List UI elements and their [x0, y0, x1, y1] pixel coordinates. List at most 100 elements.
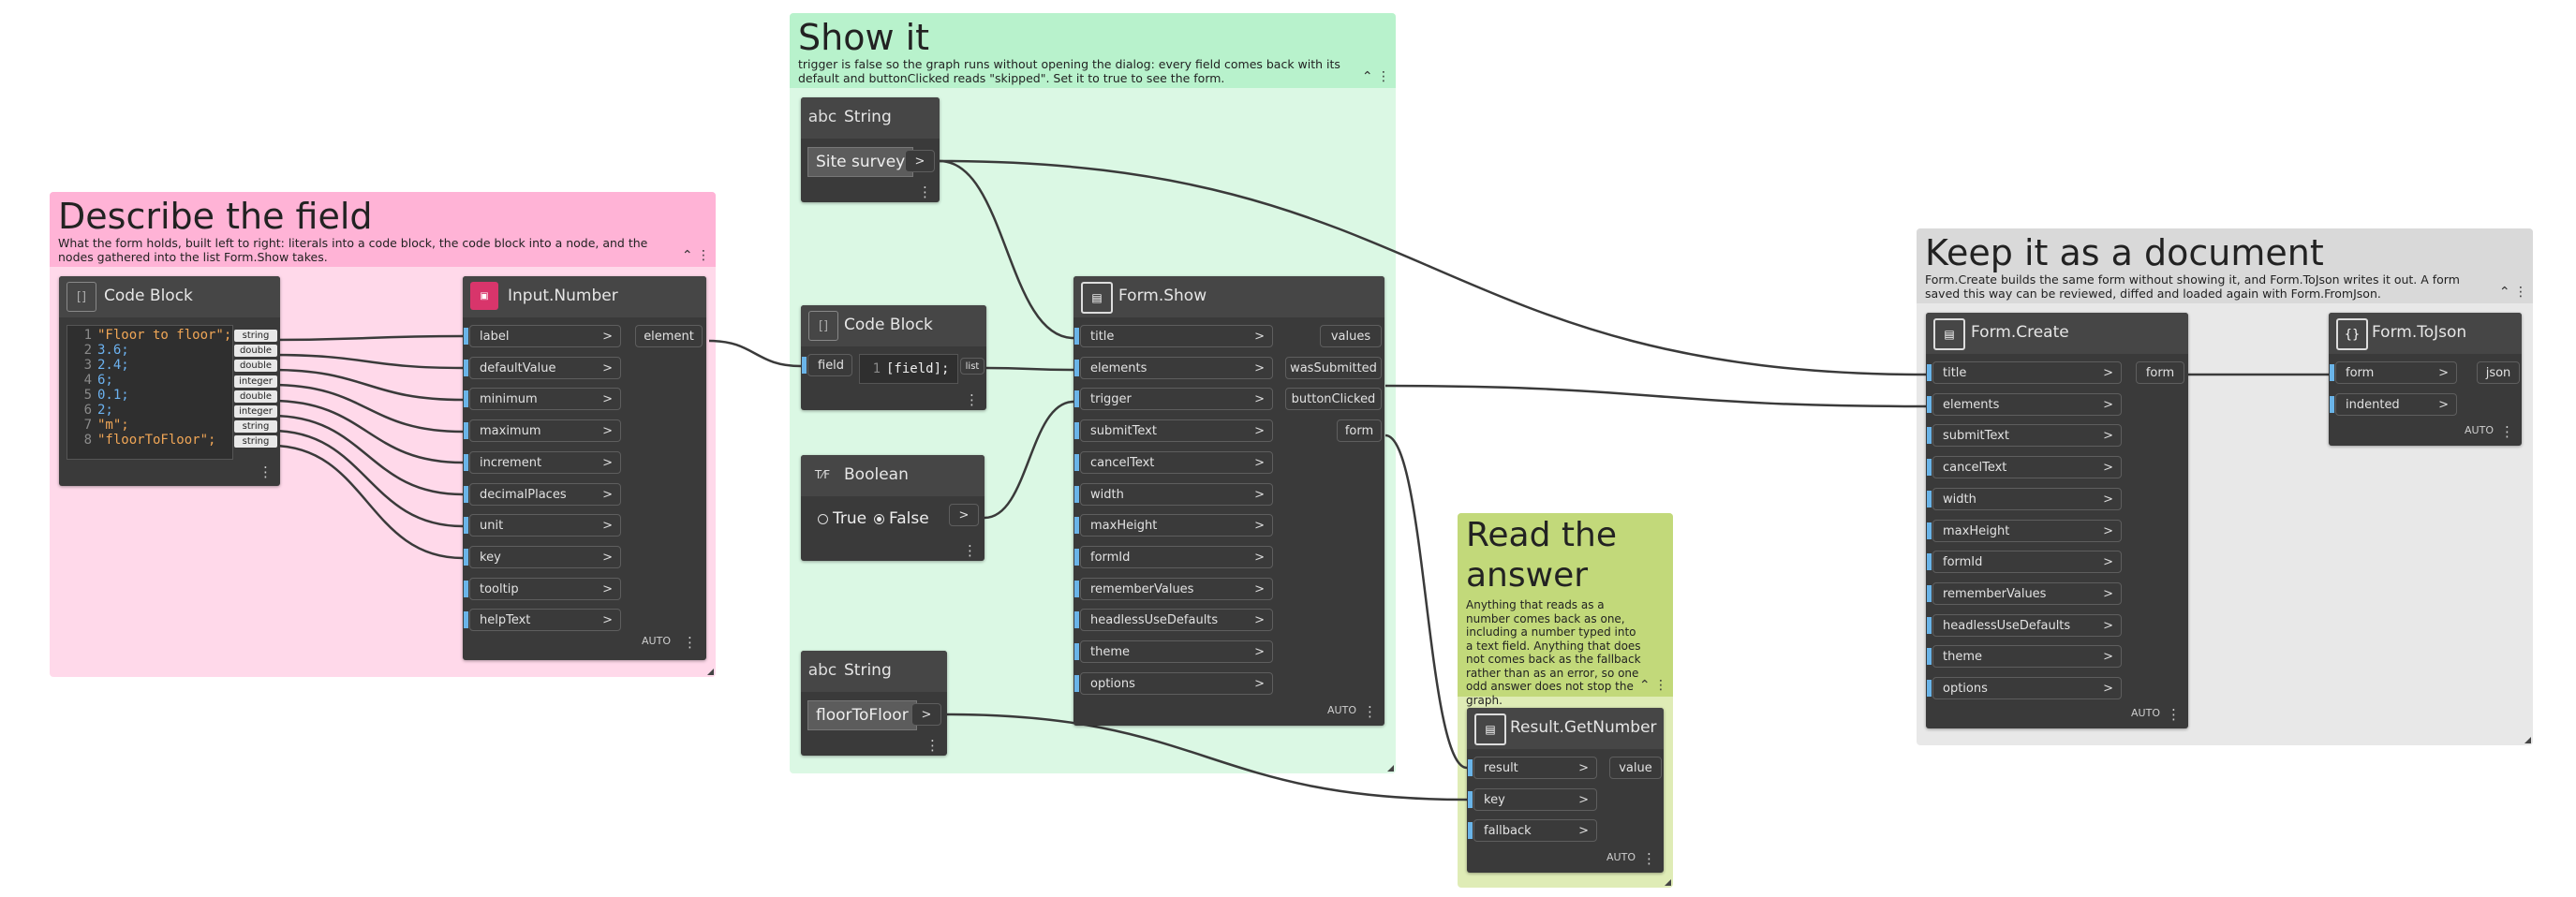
input-port-width[interactable]: width > — [1927, 487, 2122, 510]
input-port-title[interactable]: title > — [1074, 325, 1273, 347]
wire-connector[interactable] — [1384, 384, 1927, 408]
lacing-auto[interactable]: AUTO — [2465, 424, 2494, 436]
collapse-icon[interactable]: ⌃ ⋮ — [1639, 678, 1667, 693]
output-type-pill[interactable]: double — [234, 390, 277, 403]
output-type-pill[interactable]: string — [234, 330, 277, 342]
node-menu-icon[interactable]: ⋮ — [683, 634, 697, 651]
input-number-node[interactable]: ▣ Input.Number label > defaultValue > minimu… — [463, 276, 706, 660]
output-port-value[interactable]: value — [1609, 757, 1662, 779]
input-port-rememberValues[interactable]: rememberValues > — [1927, 581, 2122, 605]
input-port-options[interactable]: options > — [1927, 677, 2122, 699]
input-port-tooltip[interactable]: tooltip > — [464, 577, 621, 600]
output-port-values[interactable]: values — [1320, 325, 1382, 347]
input-port-label[interactable]: label > — [464, 325, 621, 347]
false-radio[interactable]: False — [874, 509, 929, 528]
input-port-elements[interactable]: elements > — [1927, 392, 2122, 416]
collapse-icon[interactable]: ⌃ ⋮ — [1362, 69, 1390, 84]
resize-handle-icon[interactable] — [1387, 765, 1394, 772]
input-port-cancelText[interactable]: cancelText > — [1927, 456, 2122, 479]
input-port-trigger[interactable]: trigger > — [1074, 388, 1273, 411]
code-block-list-node[interactable]: [] Code Block field 1 [field]; list ⋮ — [801, 305, 986, 410]
input-port-elements[interactable]: elements > — [1074, 356, 1273, 379]
output-type-pill[interactable]: integer — [234, 375, 277, 388]
output-port[interactable]: > — [905, 150, 935, 172]
input-port-rememberValues[interactable]: rememberValues > — [1074, 577, 1273, 600]
input-port-field[interactable]: field — [802, 354, 852, 376]
result-get-number-node[interactable]: ▤ Result.GetNumber result > key > fallback > … — [1467, 708, 1664, 873]
input-port-submitText[interactable]: submitText > — [1927, 424, 2122, 448]
lacing-auto[interactable]: AUTO — [642, 635, 671, 647]
form-to-json-node[interactable]: {} Form.ToJson form > indented > json AUTO … — [2329, 313, 2522, 446]
input-port-maxHeight[interactable]: maxHeight > — [1927, 519, 2122, 542]
input-port-cancelText[interactable]: cancelText > — [1074, 450, 1273, 474]
input-port-fallback[interactable]: fallback > — [1468, 819, 1597, 843]
code-editor[interactable]: 1 "Floor to floor"; 2 3.6; 3 2.4; 4 6; 5 0.1; 6 2; 7… — [67, 325, 233, 460]
input-port-title[interactable]: title > — [1927, 361, 2122, 384]
input-port-headlessUseDefaults[interactable]: headlessUseDefaults > — [1927, 613, 2122, 637]
input-port-indented[interactable]: indented > — [2330, 392, 2457, 416]
node-menu-icon[interactable]: ⋮ — [2167, 706, 2181, 723]
collapse-icon[interactable]: ⌃ ⋮ — [682, 248, 710, 263]
input-port-key[interactable]: key > — [1468, 787, 1597, 811]
node-menu-icon[interactable]: ⋮ — [965, 391, 979, 408]
string-node-key[interactable]: abc String floorToFloor > ⋮ — [801, 651, 947, 756]
lacing-auto[interactable]: AUTO — [2131, 707, 2160, 719]
input-port-helpText[interactable]: helpText > — [464, 609, 621, 632]
node-menu-icon[interactable]: ⋮ — [963, 542, 977, 559]
collapse-icon[interactable]: ⌃ ⋮ — [2499, 285, 2527, 300]
input-port-key[interactable]: key > — [464, 545, 621, 568]
output-port[interactable]: > — [911, 703, 941, 726]
string-value-input[interactable]: floorToFloor — [807, 700, 917, 730]
code-editor[interactable]: 1 [field]; — [859, 354, 958, 384]
input-port-formId[interactable]: formId > — [1074, 545, 1273, 568]
input-port-theme[interactable]: theme > — [1927, 645, 2122, 669]
output-type-pill[interactable]: double — [234, 345, 277, 358]
input-port-minimum[interactable]: minimum > — [464, 388, 621, 411]
node-menu-icon[interactable]: ⋮ — [259, 463, 273, 480]
code-block-node[interactable]: [] Code Block 1 "Floor to floor"; 2 3.6; 3 2.… — [59, 276, 280, 486]
output-type-pill[interactable]: double — [234, 360, 277, 373]
string-value-input[interactable]: Site survey — [807, 147, 914, 177]
wire-connector[interactable] — [708, 339, 802, 368]
input-port-maximum[interactable]: maximum > — [464, 419, 621, 443]
input-port-form[interactable]: form > — [2330, 361, 2457, 384]
input-port-maxHeight[interactable]: maxHeight > — [1074, 514, 1273, 537]
input-port-unit[interactable]: unit > — [464, 514, 621, 537]
input-port-result[interactable]: result > — [1468, 757, 1597, 779]
form-create-node[interactable]: ▤ Form.Create title > elements > submitText >… — [1926, 313, 2188, 728]
output-port-list[interactable]: list — [960, 358, 985, 375]
node-menu-icon[interactable]: ⋮ — [918, 184, 932, 200]
lacing-auto[interactable]: AUTO — [1606, 851, 1636, 863]
string-node-title[interactable]: abc String Site survey > ⋮ — [801, 97, 940, 202]
node-menu-icon[interactable]: ⋮ — [1363, 703, 1377, 720]
output-port[interactable]: > — [949, 504, 979, 526]
form-show-node[interactable]: ▤ Form.Show title > elements > trigger > submi… — [1073, 276, 1384, 726]
output-port-form[interactable]: form — [2136, 361, 2184, 384]
output-port-element[interactable]: element — [635, 325, 703, 347]
output-port-form[interactable]: form — [1337, 419, 1382, 443]
output-type-pill[interactable]: string — [234, 435, 277, 448]
output-type-pill[interactable]: string — [234, 420, 277, 434]
wire-connector[interactable] — [1384, 434, 1468, 770]
output-port-wasSubmitted[interactable]: wasSubmitted — [1285, 356, 1382, 379]
node-menu-icon[interactable]: ⋮ — [2500, 423, 2514, 440]
input-port-formId[interactable]: formId > — [1927, 551, 2122, 574]
input-port-theme[interactable]: theme > — [1074, 640, 1273, 663]
resize-handle-icon[interactable] — [2524, 737, 2531, 743]
input-port-options[interactable]: options > — [1074, 671, 1273, 695]
node-menu-icon[interactable]: ⋮ — [925, 737, 940, 754]
output-port-json[interactable]: json — [2477, 361, 2520, 384]
node-menu-icon[interactable]: ⋮ — [1642, 850, 1656, 867]
true-radio[interactable]: True — [818, 509, 866, 528]
output-port-buttonClicked[interactable]: buttonClicked — [1285, 388, 1382, 411]
input-port-width[interactable]: width > — [1074, 482, 1273, 506]
input-port-submitText[interactable]: submitText > — [1074, 419, 1273, 443]
input-port-defaultValue[interactable]: defaultValue > — [464, 356, 621, 379]
boolean-node[interactable]: T⁄F Boolean True False > ⋮ — [801, 455, 985, 561]
resize-handle-icon[interactable] — [707, 669, 714, 675]
input-port-decimalPlaces[interactable]: decimalPlaces > — [464, 482, 621, 506]
lacing-auto[interactable]: AUTO — [1327, 704, 1356, 716]
input-port-headlessUseDefaults[interactable]: headlessUseDefaults > — [1074, 609, 1273, 632]
output-type-pill[interactable]: integer — [234, 405, 277, 418]
input-port-increment[interactable]: increment > — [464, 450, 621, 474]
